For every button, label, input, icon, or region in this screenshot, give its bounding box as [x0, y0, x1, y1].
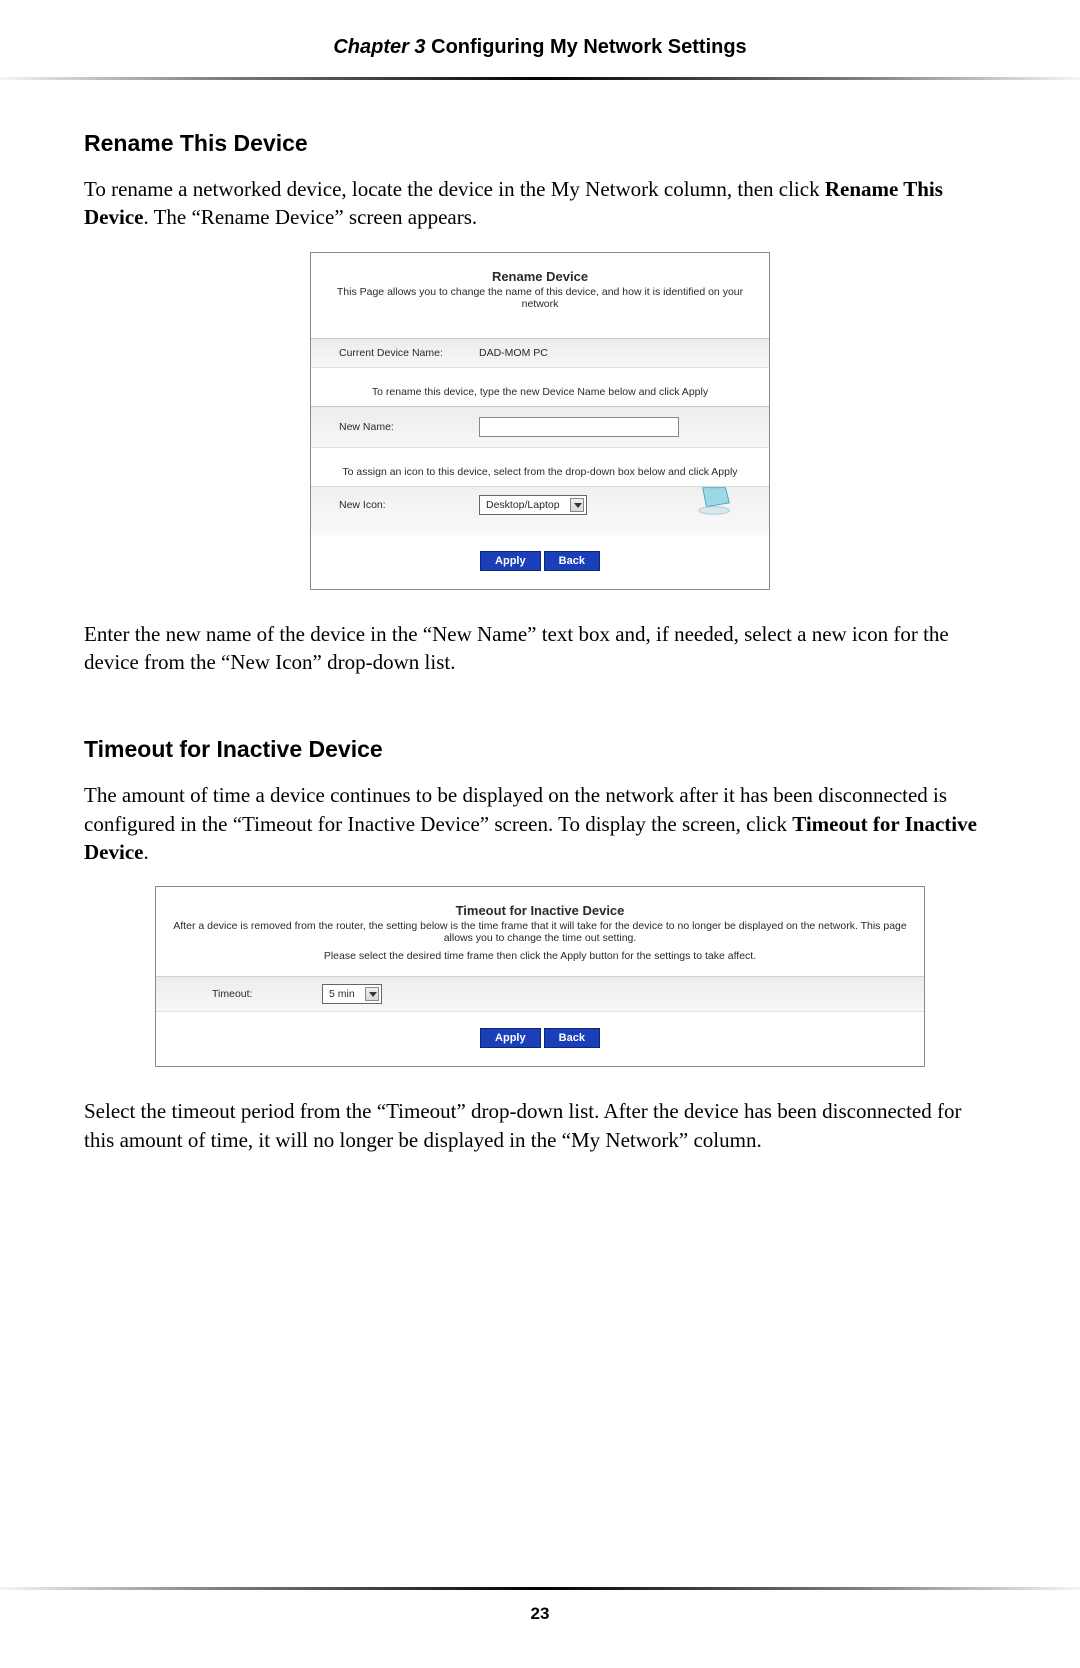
panel-title: Timeout for Inactive Device	[156, 887, 924, 918]
laptop-icon	[697, 485, 735, 517]
rename-note: To rename this device, type the new Devi…	[311, 368, 769, 406]
text: To rename a networked device, locate the…	[84, 177, 825, 201]
panel-subtitle: This Page allows you to change the name …	[311, 284, 769, 324]
timeout-row: Timeout: 5 min	[156, 976, 924, 1012]
current-name-label: Current Device Name:	[339, 347, 479, 359]
panel-sub1: After a device is removed from the route…	[156, 918, 924, 948]
text: . The “Rename Device” screen appears.	[143, 205, 477, 229]
apply-button[interactable]: Apply	[480, 1028, 541, 1048]
page-number: 23	[0, 1604, 1080, 1624]
chapter-number: Chapter 3	[333, 36, 425, 58]
new-icon-row: New Icon: Desktop/Laptop	[311, 486, 769, 535]
timeout-followup-paragraph: Select the timeout period from the “Time…	[84, 1097, 996, 1154]
header-rule	[0, 77, 1080, 80]
chapter-header: Chapter 3 Configuring My Network Setting…	[0, 0, 1080, 77]
timeout-panel: Timeout for Inactive Device After a devi…	[155, 886, 925, 1067]
button-row: Apply Back	[311, 535, 769, 589]
rename-intro-paragraph: To rename a networked device, locate the…	[84, 175, 996, 232]
new-icon-select[interactable]: Desktop/Laptop	[479, 495, 587, 515]
chevron-down-icon	[365, 987, 379, 1001]
section-heading-rename: Rename This Device	[84, 130, 996, 157]
apply-button[interactable]: Apply	[480, 551, 541, 571]
section-heading-timeout: Timeout for Inactive Device	[84, 736, 996, 763]
rename-followup-paragraph: Enter the new name of the device in the …	[84, 620, 996, 677]
chapter-title: Configuring My Network Settings	[426, 36, 747, 58]
timeout-label: Timeout:	[212, 988, 322, 1000]
chevron-down-icon	[570, 498, 584, 512]
new-name-label: New Name:	[339, 421, 479, 433]
back-button[interactable]: Back	[544, 1028, 600, 1048]
button-row: Apply Back	[156, 1012, 924, 1066]
footer-rule	[0, 1587, 1080, 1590]
current-name-value: DAD-MOM PC	[479, 347, 548, 359]
current-name-row: Current Device Name: DAD-MOM PC	[311, 338, 769, 368]
select-value: 5 min	[329, 988, 355, 1000]
text: .	[143, 840, 148, 864]
select-value: Desktop/Laptop	[486, 499, 560, 511]
back-button[interactable]: Back	[544, 551, 600, 571]
timeout-select[interactable]: 5 min	[322, 984, 382, 1004]
panel-title: Rename Device	[311, 253, 769, 284]
rename-device-panel: Rename Device This Page allows you to ch…	[310, 252, 770, 590]
new-icon-label: New Icon:	[339, 499, 479, 511]
new-name-input[interactable]	[479, 417, 679, 437]
timeout-intro-paragraph: The amount of time a device continues to…	[84, 781, 996, 866]
new-name-row: New Name:	[311, 406, 769, 448]
panel-sub2: Please select the desired time frame the…	[156, 948, 924, 976]
icon-note: To assign an icon to this device, select…	[311, 448, 769, 486]
